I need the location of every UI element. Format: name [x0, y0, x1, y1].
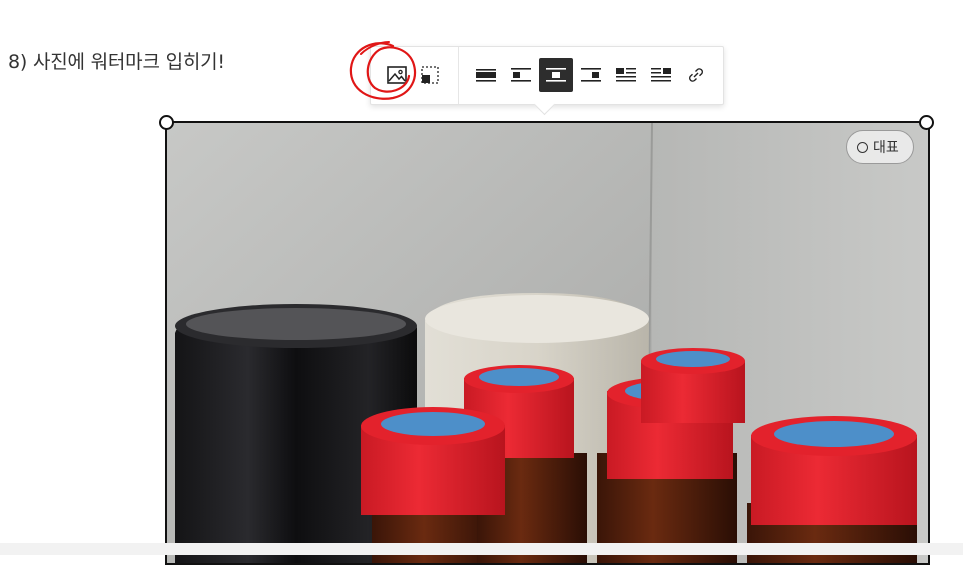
align-left-icon [511, 68, 531, 82]
crop-button[interactable] [413, 58, 447, 92]
align-center-icon [546, 68, 566, 82]
image-edit-icon [387, 66, 407, 84]
resize-handle-top-left[interactable] [159, 115, 174, 130]
step-text: 8) 사진에 워터마크 입히기! [8, 51, 225, 73]
image-edit-button[interactable] [380, 58, 414, 92]
align-full-button[interactable] [469, 58, 503, 92]
image-toolbar [370, 46, 724, 116]
wrap-left-icon [616, 68, 636, 82]
align-right-button[interactable] [574, 58, 608, 92]
wrap-right-button[interactable] [644, 58, 678, 92]
photo-content [167, 123, 928, 563]
wrap-right-icon [651, 68, 671, 82]
align-full-icon [476, 69, 496, 82]
link-button[interactable] [679, 58, 713, 92]
resize-handle-top-right[interactable] [919, 115, 934, 130]
link-icon [689, 68, 703, 82]
representative-image-button[interactable]: 대표 [846, 130, 914, 164]
align-center-button[interactable] [539, 58, 573, 92]
crop-icon [421, 66, 439, 84]
toolbar-separator [458, 47, 459, 104]
wrap-left-button[interactable] [609, 58, 643, 92]
radio-circle-icon [857, 141, 868, 153]
toolbar-pointer [533, 93, 556, 116]
bottom-bar [0, 543, 963, 555]
align-right-icon [581, 68, 601, 82]
selected-photo[interactable] [165, 121, 930, 565]
align-left-button[interactable] [504, 58, 538, 92]
representative-label: 대표 [873, 140, 899, 156]
